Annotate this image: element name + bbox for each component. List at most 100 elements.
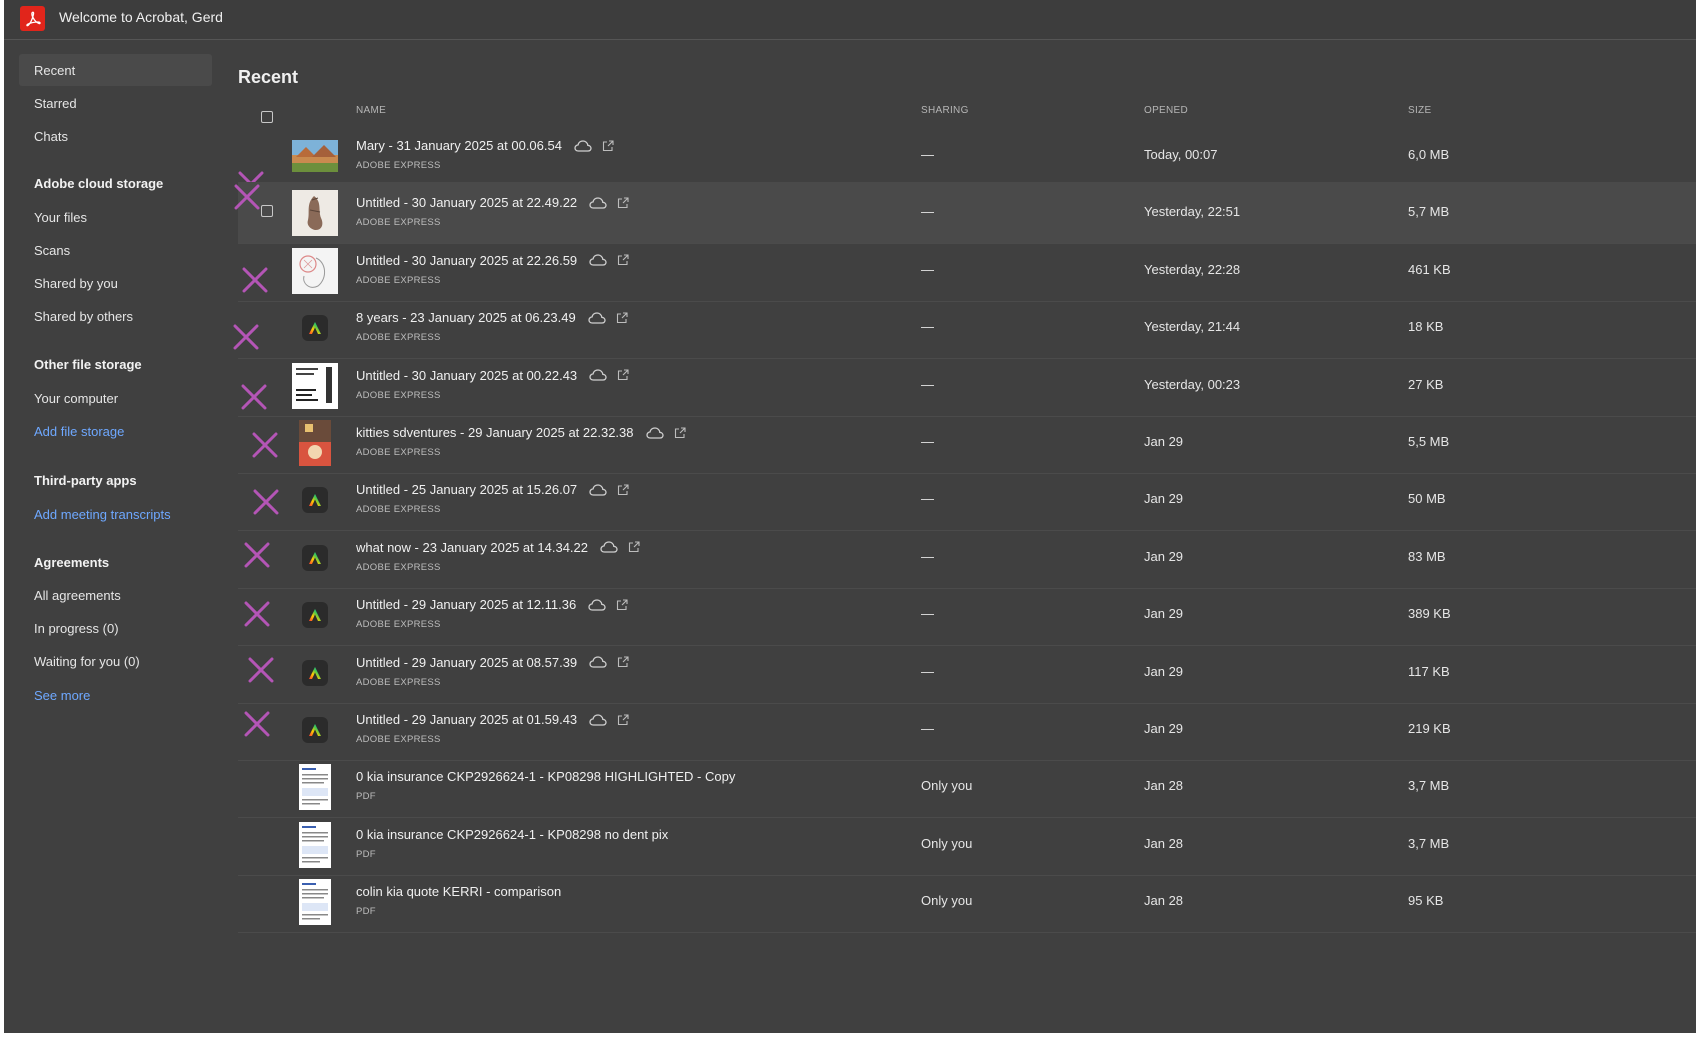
file-type: ADOBE EXPRESS xyxy=(356,734,441,745)
table-row[interactable]: Untitled - 29 January 2025 at 08.57.39 AD… xyxy=(238,642,1696,704)
file-name-text: 8 years - 23 January 2025 at 06.23.49 xyxy=(356,310,576,326)
file-thumbnail[interactable] xyxy=(292,707,338,753)
file-thumbnail[interactable] xyxy=(292,190,338,237)
open-external-icon[interactable] xyxy=(617,484,629,496)
table-row[interactable]: Untitled - 30 January 2025 at 00.22.43 AD… xyxy=(238,355,1696,417)
file-name[interactable]: kitties sdventures - 29 January 2025 at … xyxy=(356,425,686,440)
sidebar-item-label: Shared by you xyxy=(34,275,118,291)
table-row[interactable]: Untitled - 29 January 2025 at 12.11.36 AD… xyxy=(238,584,1696,647)
x-mark-annotation-icon xyxy=(231,322,261,352)
sidebar-item-shared-by-others[interactable]: Shared by others xyxy=(19,300,212,332)
adobe-express-icon xyxy=(302,659,328,686)
file-sharing: — xyxy=(921,491,934,507)
table-row[interactable]: Untitled - 30 January 2025 at 22.26.59 AD… xyxy=(238,240,1696,302)
file-sharing: — xyxy=(921,548,934,564)
section-heading-third-party: Third-party apps xyxy=(34,473,137,488)
file-size: 18 KB xyxy=(1408,319,1444,335)
sidebar-item-your-computer[interactable]: Your computer xyxy=(19,382,212,414)
file-thumbnail[interactable] xyxy=(292,535,338,581)
file-name[interactable]: Untitled - 25 January 2025 at 15.26.07 xyxy=(356,482,629,497)
sidebar-item-scans[interactable]: Scans xyxy=(19,234,212,266)
file-name[interactable]: Untitled - 30 January 2025 at 22.49.22 xyxy=(356,195,629,210)
sidebar-item-in-progress[interactable]: In progress (0) xyxy=(19,612,212,644)
file-thumbnail[interactable] xyxy=(292,650,338,696)
file-thumbnail[interactable] xyxy=(292,821,338,868)
pdf-thumbnail xyxy=(299,879,331,926)
open-external-icon[interactable] xyxy=(617,254,629,266)
file-name[interactable]: colin kia quote KERRI - comparison xyxy=(356,884,561,899)
file-name[interactable]: Untitled - 30 January 2025 at 22.26.59 xyxy=(356,253,629,268)
file-thumbnail[interactable] xyxy=(292,879,338,926)
cloud-icon xyxy=(574,139,592,152)
file-name-text: 0 kia insurance CKP2926624-1 - KP08298 n… xyxy=(356,826,669,842)
column-header-opened[interactable]: OPENED xyxy=(1144,105,1188,116)
open-external-icon[interactable] xyxy=(617,369,629,381)
open-external-icon[interactable] xyxy=(617,713,629,726)
table-row[interactable]: Untitled - 25 January 2025 at 15.26.07 AD… xyxy=(238,469,1696,532)
file-thumbnail[interactable] xyxy=(292,362,338,409)
file-name[interactable]: 0 kia insurance CKP2926624-1 - KP08298 H… xyxy=(356,769,735,784)
adobe-express-icon xyxy=(302,487,328,514)
file-thumbnail[interactable] xyxy=(292,247,338,294)
file-size: 5,5 MB xyxy=(1408,434,1450,449)
sidebar-item-shared-by-you[interactable]: Shared by you xyxy=(19,267,212,299)
open-external-icon[interactable] xyxy=(616,599,628,611)
cloud-icon xyxy=(589,197,607,209)
file-sharing: Only you xyxy=(921,893,973,909)
file-opened: Yesterday, 22:28 xyxy=(1144,261,1241,277)
open-external-icon[interactable] xyxy=(628,541,640,553)
file-name-text: 0 kia insurance CKP2926624-1 - KP08298 H… xyxy=(356,769,736,785)
file-size: 461 KB xyxy=(1408,261,1451,277)
row-checkbox[interactable] xyxy=(261,205,273,218)
adobe-express-icon xyxy=(302,602,328,629)
file-name[interactable]: Mary - 31 January 2025 at 00.06.54 xyxy=(356,138,614,153)
sidebar-item-label: All agreements xyxy=(34,587,121,603)
see-more-link[interactable]: See more xyxy=(34,688,90,703)
column-header-size[interactable]: SIZE xyxy=(1408,105,1431,116)
file-name[interactable]: what now - 23 January 2025 at 14.34.22 xyxy=(356,540,640,555)
file-thumbnail[interactable] xyxy=(292,592,338,638)
file-thumbnail[interactable] xyxy=(292,133,338,179)
file-thumbnail[interactable] xyxy=(292,305,338,351)
file-name[interactable]: Untitled - 30 January 2025 at 00.22.43 xyxy=(356,368,629,383)
file-size: 219 KB xyxy=(1408,721,1451,736)
table-row[interactable]: 0 kia insurance CKP2926624-1 - KP08298 n… xyxy=(238,814,1696,876)
file-name[interactable]: Untitled - 29 January 2025 at 01.59.43 xyxy=(356,712,629,727)
x-mark-annotation-icon xyxy=(239,382,269,412)
file-size: 6,0 MB xyxy=(1408,147,1450,162)
open-external-icon[interactable] xyxy=(617,197,629,209)
open-external-icon[interactable] xyxy=(617,656,629,668)
add-meeting-transcripts-link[interactable]: Add meeting transcripts xyxy=(34,507,171,522)
table-row[interactable]: Untitled - 29 January 2025 at 01.59.43 AD… xyxy=(238,699,1696,761)
open-external-icon[interactable] xyxy=(616,312,628,324)
table-row[interactable]: what now - 23 January 2025 at 14.34.22 AD… xyxy=(238,527,1696,589)
add-file-storage-link[interactable]: Add file storage xyxy=(34,424,124,439)
select-all-checkbox[interactable] xyxy=(261,111,273,123)
sidebar-item-all-agreements[interactable]: All agreements xyxy=(19,579,212,611)
file-name[interactable]: Untitled - 29 January 2025 at 08.57.39 xyxy=(356,655,629,670)
file-thumbnail[interactable] xyxy=(292,764,338,811)
column-header-sharing[interactable]: SHARING xyxy=(921,105,969,116)
file-name[interactable]: 8 years - 23 January 2025 at 06.23.49 xyxy=(356,310,628,325)
open-external-icon[interactable] xyxy=(602,139,614,152)
column-header-name[interactable]: NAME xyxy=(356,105,386,116)
table-row[interactable]: kitties sdventures - 29 January 2025 at … xyxy=(238,412,1696,474)
file-type: ADOBE EXPRESS xyxy=(356,561,441,573)
open-external-icon[interactable] xyxy=(674,426,686,439)
file-thumbnail[interactable] xyxy=(292,477,338,523)
table-row[interactable]: 8 years - 23 January 2025 at 06.23.49 ADO… xyxy=(233,297,1696,360)
sidebar-item-starred[interactable]: Starred xyxy=(19,87,212,119)
file-thumbnail[interactable] xyxy=(292,420,338,466)
sidebar-item-chats[interactable]: Chats xyxy=(19,120,212,152)
sidebar-item-recent[interactable]: Recent xyxy=(19,54,212,86)
sidebar-item-your-files[interactable]: Your files xyxy=(19,201,212,233)
file-name-text: Untitled - 25 January 2025 at 15.26.07 xyxy=(356,482,578,498)
table-row[interactable]: colin kia quote KERRI - comparison PDF Onl… xyxy=(238,871,1696,934)
sidebar-item-waiting-for-you[interactable]: Waiting for you (0) xyxy=(19,645,212,677)
file-name[interactable]: 0 kia insurance CKP2926624-1 - KP08298 n… xyxy=(356,827,668,842)
file-name[interactable]: Untitled - 29 January 2025 at 12.11.36 xyxy=(356,597,628,612)
file-sharing: Only you xyxy=(921,835,973,851)
table-row[interactable]: Mary - 31 January 2025 at 00.06.54 ADOBE … xyxy=(238,125,1696,197)
table-row[interactable]: 0 kia insurance CKP2926624-1 - KP08298 H… xyxy=(238,756,1696,819)
table-row[interactable]: Untitled - 30 January 2025 at 22.49.22 AD… xyxy=(234,182,1696,245)
